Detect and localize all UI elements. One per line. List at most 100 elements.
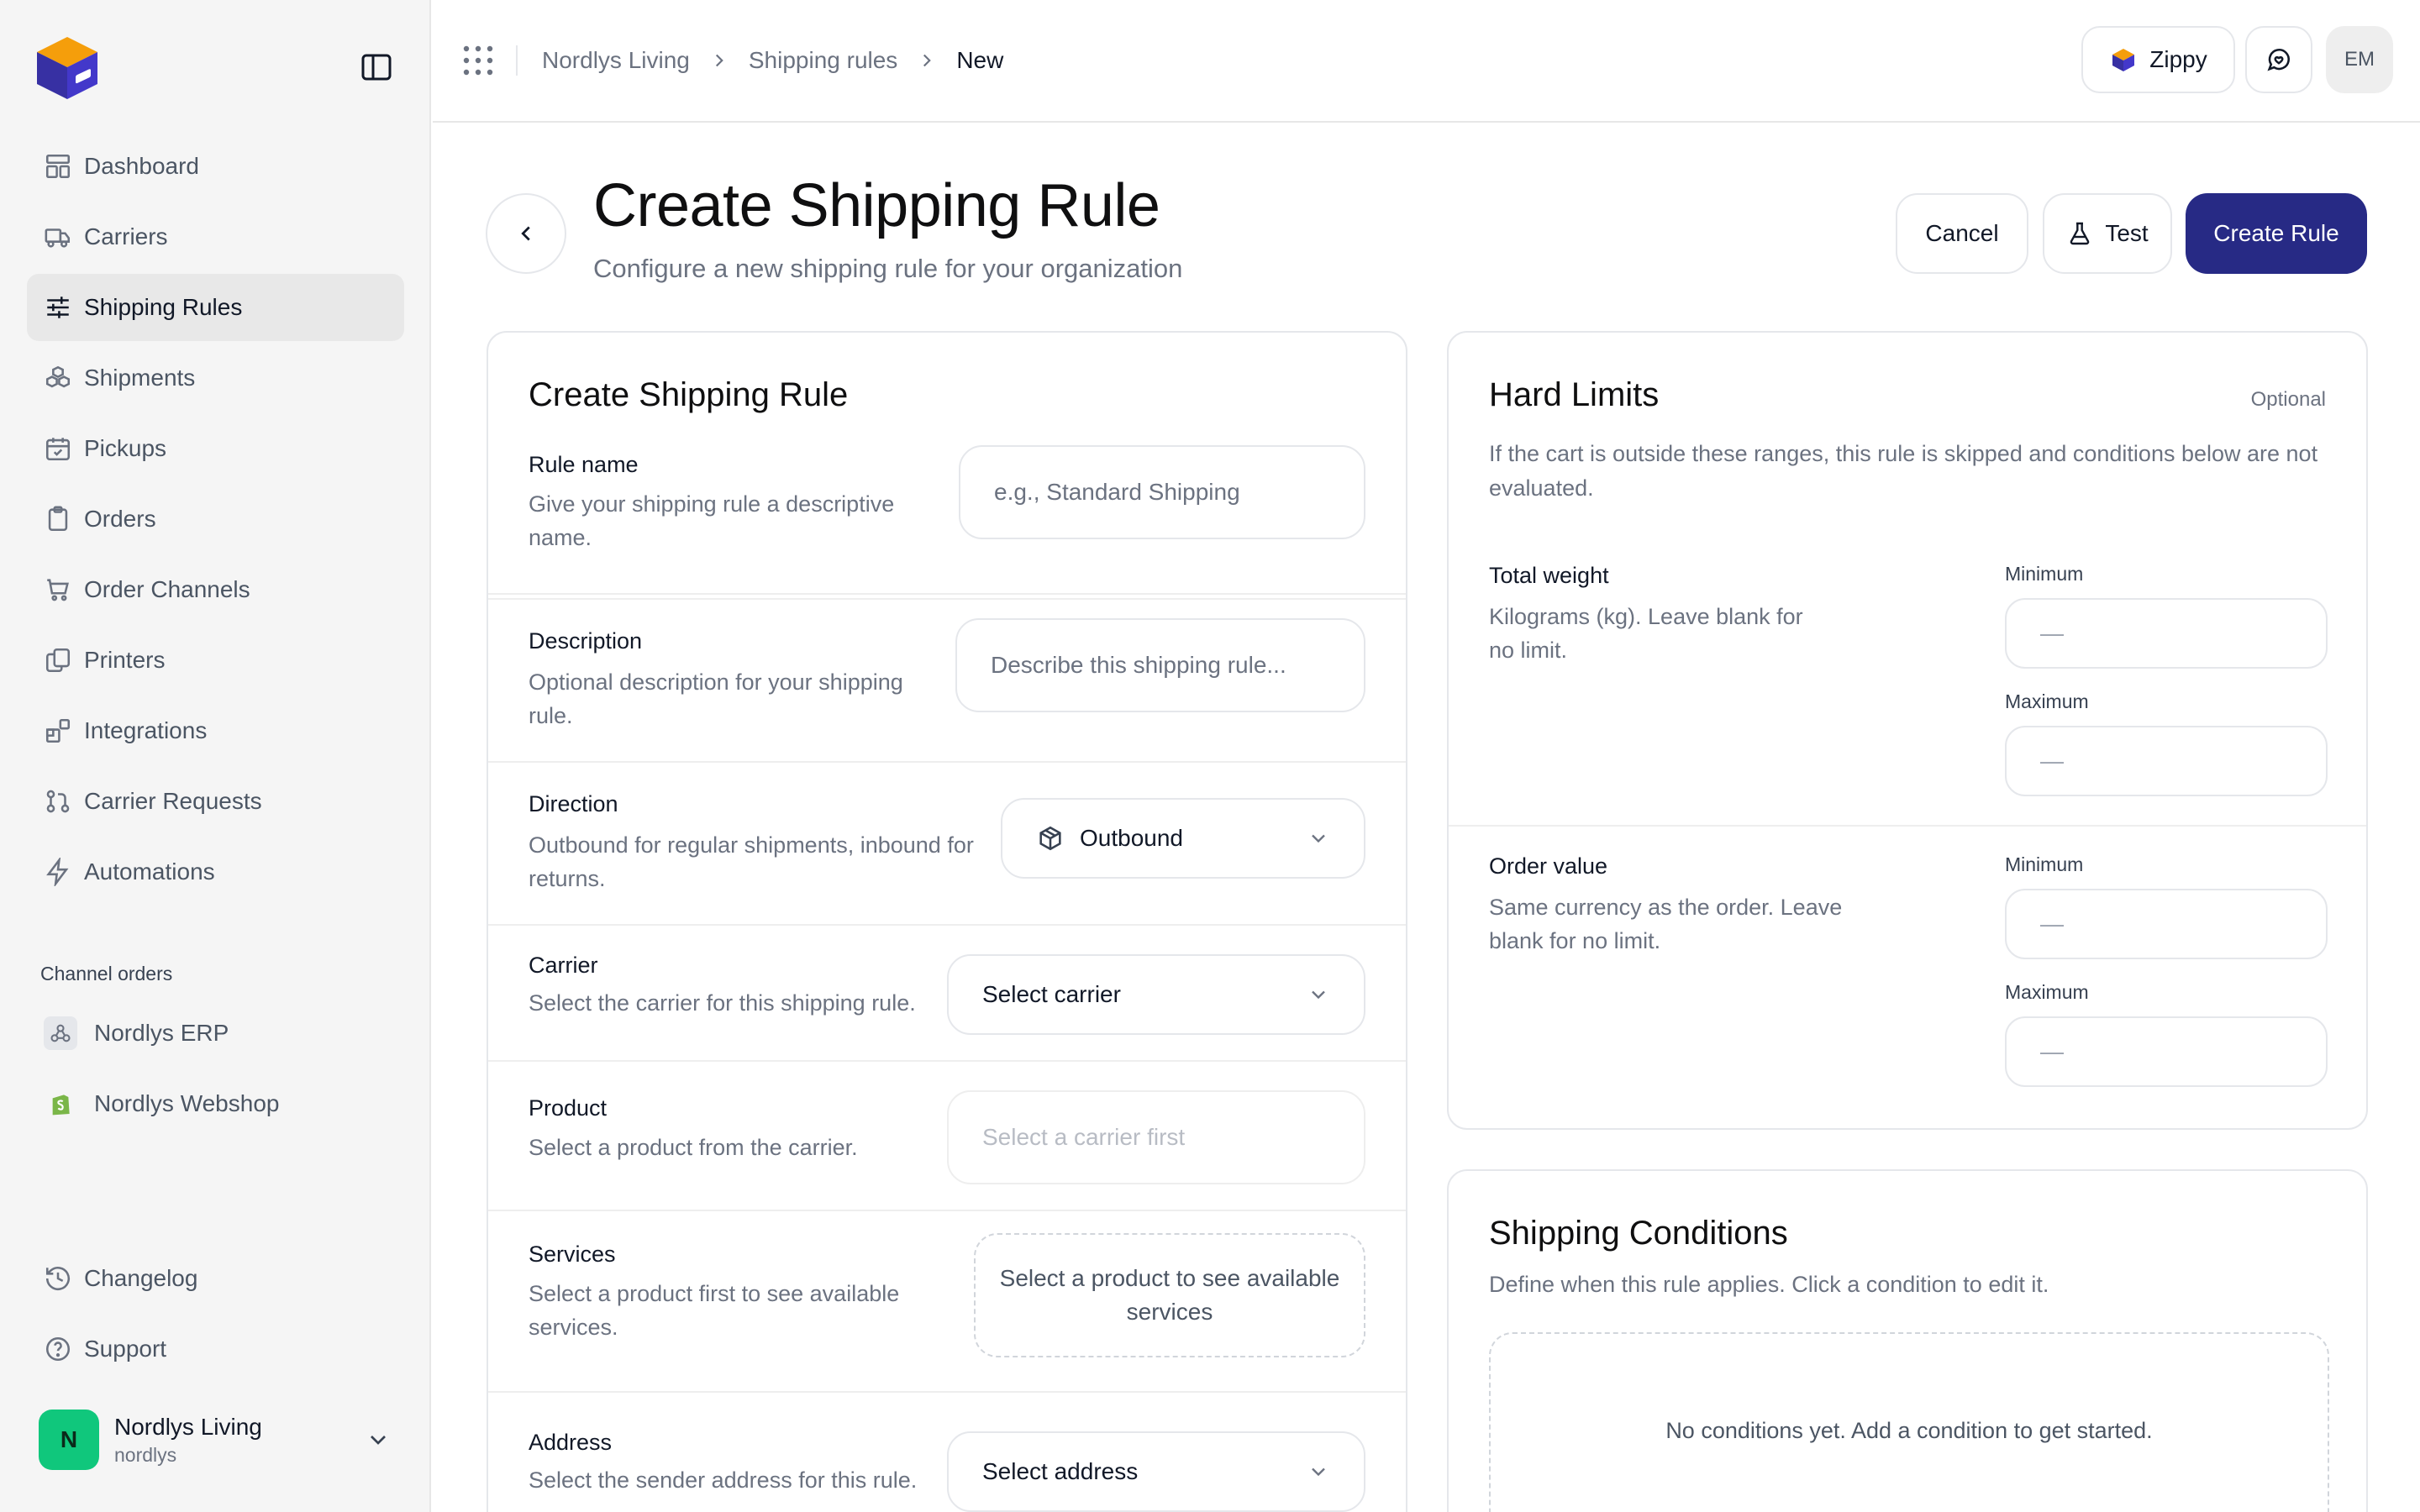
address-desc: Select the sender address for this rule.	[529, 1467, 918, 1493]
carrier-select[interactable]: Select carrier	[947, 954, 1365, 1035]
sidebar-item-changelog[interactable]: Changelog	[27, 1245, 404, 1312]
sidebar-item-carriers[interactable]: Carriers	[27, 203, 404, 270]
zap-icon	[44, 858, 72, 886]
sidebar-item-label: Pickups	[84, 435, 167, 461]
git-pull-request-icon	[44, 787, 72, 816]
weight-max-input[interactable]: —	[2005, 726, 2328, 796]
value-min-input[interactable]: —	[2005, 889, 2328, 959]
breadcrumb: Nordlys Living Shipping rules New	[542, 42, 1003, 79]
page-subtitle: Configure a new shipping rule for your o…	[593, 254, 1183, 283]
topbar-divider	[516, 45, 518, 76]
total-weight-label: Total weight	[1489, 563, 1609, 588]
sidebar-item-label: Changelog	[84, 1265, 198, 1291]
back-button[interactable]	[486, 193, 566, 274]
sidebar-item-orders[interactable]: Orders	[27, 486, 404, 553]
truck-icon	[44, 223, 72, 251]
create-rule-button[interactable]: Create Rule	[2186, 193, 2367, 274]
weight-min-label: Minimum	[2005, 563, 2084, 585]
rule-name-input[interactable]: e.g., Standard Shipping	[959, 445, 1365, 539]
package-icon	[1036, 824, 1065, 853]
address-label: Address	[529, 1430, 613, 1455]
sidebar-item-shipments[interactable]: Shipments	[27, 344, 404, 412]
shipping-conditions-card: Shipping Conditions Define when this rul…	[1447, 1169, 2368, 1512]
sidebar-item-label: Dashboard	[84, 153, 199, 179]
sidebar-item-label: Order Channels	[84, 576, 250, 602]
sidebar-item-label: Shipments	[84, 365, 196, 391]
zippy-logo-icon	[2109, 45, 2138, 74]
form-row-direction: Direction Outbound for regular shipments…	[488, 763, 1406, 926]
sidebar-toggle-icon[interactable]	[360, 52, 393, 82]
channel-item-nordlys-erp[interactable]: Nordlys ERP	[27, 1000, 404, 1067]
apps-grid-icon[interactable]	[461, 44, 495, 77]
chevron-right-icon	[708, 50, 730, 71]
chat-button[interactable]	[2245, 26, 2312, 93]
flask-icon	[2066, 220, 2093, 247]
channel-item-label: Nordlys ERP	[94, 1020, 229, 1046]
optional-badge: Optional	[2250, 388, 2326, 411]
hard-limits-card: Hard Limits Optional If the cart is outs…	[1447, 331, 2368, 1130]
layout-dashboard-icon	[44, 152, 72, 181]
user-avatar[interactable]: EM	[2326, 26, 2393, 93]
shopping-cart-icon	[44, 575, 72, 604]
help-circle-icon	[44, 1335, 72, 1363]
total-weight-desc: Kilograms (kg). Leave blank for no limit…	[1489, 604, 1803, 663]
cancel-button[interactable]: Cancel	[1896, 193, 2028, 274]
page-title: Create Shipping Rule	[593, 172, 1160, 239]
breadcrumb-shipping-rules[interactable]: Shipping rules	[749, 47, 897, 74]
sliders-icon	[44, 293, 72, 322]
main-nav: Dashboard Carriers Shipping Rules Shipme…	[27, 133, 404, 909]
hard-limits-title: Hard Limits	[1489, 376, 1660, 413]
sidebar-item-label: Carriers	[84, 223, 168, 249]
org-switcher[interactable]: N Nordlys Living nordlys	[39, 1408, 392, 1472]
chevron-left-icon	[513, 221, 539, 246]
app-logo-icon[interactable]	[29, 29, 104, 104]
address-placeholder: Select address	[982, 1458, 1139, 1484]
sidebar-item-integrations[interactable]: Integrations	[27, 697, 404, 764]
product-label: Product	[529, 1095, 608, 1121]
channel-item-nordlys-webshop[interactable]: Nordlys Webshop	[27, 1070, 404, 1137]
form-row-product: Product Select a product from the carrie…	[488, 1062, 1406, 1211]
order-value-label: Order value	[1489, 853, 1608, 879]
sidebar-item-automations[interactable]: Automations	[27, 838, 404, 906]
order-value-desc: Same currency as the order. Leave blank …	[1489, 895, 1843, 953]
direction-select[interactable]: Outbound	[1001, 798, 1365, 879]
sidebar-item-shipping-rules[interactable]: Shipping Rules	[27, 274, 404, 341]
sidebar-item-order-channels[interactable]: Order Channels	[27, 556, 404, 623]
hard-limits-desc: If the cart is outside these ranges, thi…	[1489, 441, 2318, 501]
org-avatar: N	[39, 1410, 99, 1470]
form-row-rule-name: Rule name Give your shipping rule a desc…	[488, 445, 1406, 600]
sidebar-item-pickups[interactable]: Pickups	[27, 415, 404, 482]
carrier-placeholder: Select carrier	[982, 981, 1121, 1007]
services-empty-box: Select a product to see available servic…	[974, 1233, 1365, 1357]
description-input[interactable]: Describe this shipping rule...	[955, 618, 1365, 712]
rule-name-placeholder: e.g., Standard Shipping	[994, 479, 1240, 505]
sidebar-item-support[interactable]: Support	[27, 1315, 404, 1383]
channel-orders-heading: Channel orders	[40, 963, 173, 984]
direction-label: Direction	[529, 791, 618, 816]
carrier-desc: Select the carrier for this shipping rul…	[529, 990, 916, 1016]
address-select[interactable]: Select address	[947, 1431, 1365, 1512]
services-placeholder: Select a product to see available servic…	[999, 1265, 1340, 1325]
chevron-down-icon	[1307, 827, 1330, 850]
sidebar-item-printers[interactable]: Printers	[27, 627, 404, 694]
breadcrumb-org[interactable]: Nordlys Living	[542, 47, 690, 74]
blocks-icon	[44, 717, 72, 745]
test-button[interactable]: Test	[2043, 193, 2172, 274]
form-row-carrier: Carrier Select the carrier for this ship…	[488, 926, 1406, 1062]
conditions-empty-state: No conditions yet. Add a condition to ge…	[1489, 1332, 2329, 1512]
channel-item-label: Nordlys Webshop	[94, 1090, 280, 1116]
sidebar-item-label: Shipping Rules	[84, 294, 243, 320]
test-label: Test	[2105, 220, 2149, 246]
calendar-check-icon	[44, 434, 72, 463]
description-placeholder: Describe this shipping rule...	[991, 652, 1286, 678]
form-card-title: Create Shipping Rule	[529, 376, 849, 413]
limits-divider	[1449, 825, 2366, 827]
zippy-button[interactable]: Zippy	[2081, 26, 2235, 93]
message-circle-icon	[2265, 45, 2293, 74]
sidebar-item-dashboard[interactable]: Dashboard	[27, 133, 404, 200]
sidebar-item-carrier-requests[interactable]: Carrier Requests	[27, 768, 404, 835]
value-max-input[interactable]: —	[2005, 1016, 2328, 1087]
sidebar-item-label: Carrier Requests	[84, 788, 262, 814]
weight-min-input[interactable]: —	[2005, 598, 2328, 669]
chevron-right-icon	[916, 50, 938, 71]
